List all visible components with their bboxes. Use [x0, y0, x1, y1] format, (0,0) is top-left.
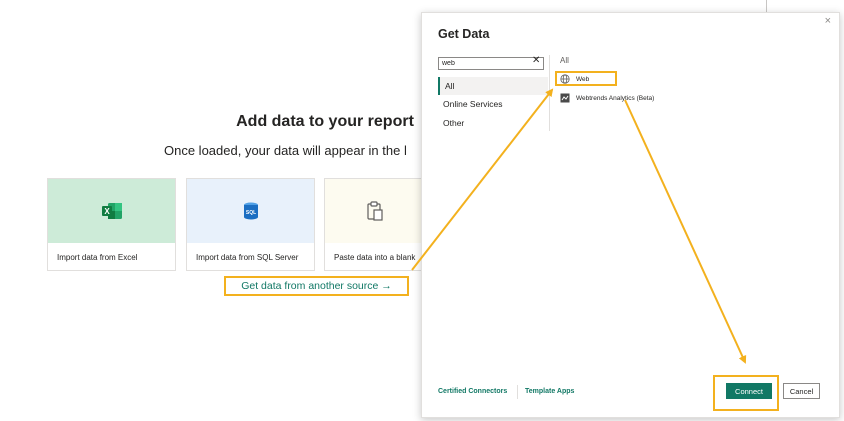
dialog-title: Get Data: [438, 27, 490, 41]
paste-data-card[interactable]: Paste data into a blank: [324, 178, 424, 271]
paste-card-header: [325, 179, 424, 243]
certified-connectors-link[interactable]: Certified Connectors: [438, 388, 507, 395]
template-apps-link[interactable]: Template Apps: [525, 388, 574, 395]
sql-card-header: SQL: [187, 179, 314, 243]
footer-separator: [517, 385, 518, 399]
import-excel-card[interactable]: X Import data from Excel: [47, 178, 176, 271]
web-highlight-box: [555, 71, 617, 86]
connect-button[interactable]: Connect: [726, 383, 772, 399]
close-icon[interactable]: ×: [825, 15, 831, 27]
excel-icon-letter: X: [104, 207, 110, 216]
category-all[interactable]: All: [438, 77, 548, 95]
results-header: All: [560, 56, 569, 65]
canvas-subtitle: Once loaded, your data will appear in th…: [164, 143, 407, 158]
search-input[interactable]: [438, 57, 544, 70]
panel-divider: [549, 55, 550, 131]
connector-webtrends-label: Webtrends Analytics (Beta): [576, 94, 655, 102]
webtrends-icon: [560, 93, 570, 103]
import-sql-label: Import data from SQL Server: [196, 253, 299, 262]
sql-server-icon: SQL: [243, 202, 258, 220]
sql-icon-text: SQL: [245, 210, 255, 216]
category-online-services[interactable]: Online Services: [438, 95, 548, 113]
excel-icon: X: [101, 203, 122, 219]
get-data-dialog: Get Data × ✕ All Online Services Other A…: [421, 12, 840, 418]
import-excel-label: Import data from Excel: [57, 253, 138, 262]
paste-icon: [366, 201, 383, 221]
clear-search-icon[interactable]: ✕: [532, 55, 540, 66]
connector-webtrends[interactable]: Webtrends Analytics (Beta): [560, 91, 654, 105]
import-sql-card[interactable]: SQL Import data from SQL Server: [186, 178, 315, 271]
excel-card-header: X: [48, 179, 175, 243]
category-other[interactable]: Other: [438, 114, 548, 132]
paste-data-label: Paste data into a blank: [334, 253, 416, 262]
get-data-another-source-link[interactable]: Get data from another source →: [224, 276, 409, 296]
cancel-button[interactable]: Cancel: [783, 383, 820, 399]
